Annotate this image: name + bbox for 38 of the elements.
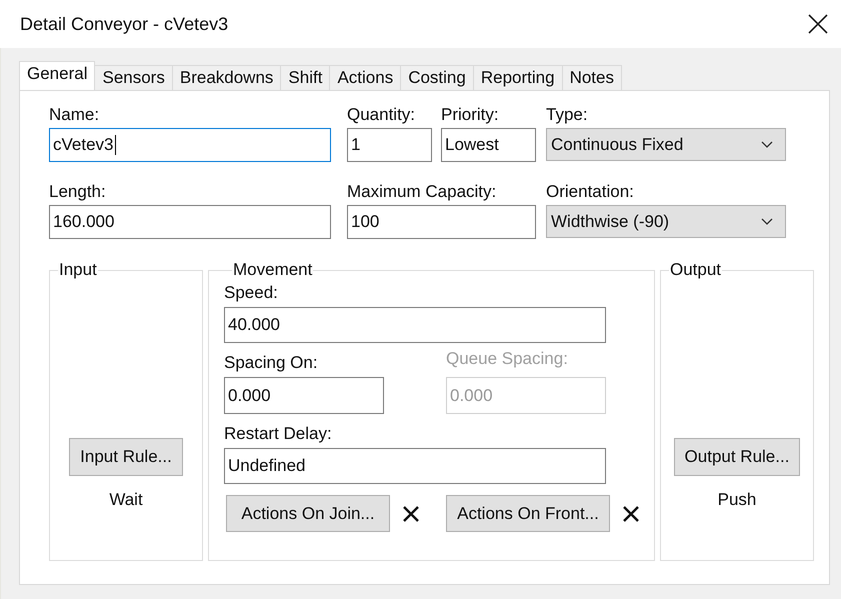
actions-button[interactable]: Actions On Front... — [446, 495, 610, 532]
field-label: Quantity: — [347, 105, 416, 125]
input-field[interactable]: 160.000 — [49, 205, 331, 239]
group-label: Input — [58, 261, 98, 279]
actions-button[interactable]: Actions On Join... — [226, 495, 390, 532]
tab[interactable]: General — [19, 61, 96, 90]
rule-value: Wait — [109, 490, 143, 510]
dropdown[interactable]: Widthwise (-90) — [546, 205, 786, 238]
field-label: Name: — [49, 105, 100, 125]
field-label: Queue Spacing: — [446, 349, 569, 369]
field-label: Speed: — [224, 283, 279, 303]
field-label: Priority: — [441, 105, 500, 125]
input-field[interactable]: Lowest — [441, 128, 536, 162]
input-field[interactable]: 1 — [347, 128, 432, 162]
field-label: Maximum Capacity: — [347, 182, 498, 202]
caret-icon — [761, 218, 773, 225]
input-field[interactable]: cVetev3 — [49, 128, 331, 162]
caret-icon — [761, 141, 773, 148]
close-icon[interactable] — [808, 14, 828, 34]
input-rule-button[interactable]: Input Rule... — [69, 438, 183, 476]
field-label: Orientation: — [546, 182, 635, 202]
field-label: Restart Delay: — [224, 424, 333, 444]
group-label: Output — [669, 261, 722, 279]
window-title: Detail Conveyor - cVetev3 — [20, 14, 228, 34]
input-field[interactable]: 100 — [347, 205, 536, 239]
tab[interactable]: Notes — [562, 65, 622, 90]
group-label: Movement — [232, 261, 314, 279]
input-field[interactable]: Undefined — [224, 448, 606, 484]
output-rule-button[interactable]: Output Rule... — [674, 438, 800, 476]
clear-icon[interactable] — [402, 504, 420, 522]
input-field[interactable]: 40.000 — [224, 307, 606, 343]
rule-value: Push — [718, 490, 756, 510]
input-field[interactable]: 0.000 — [224, 377, 384, 414]
field-label: Type: — [546, 105, 589, 125]
dropdown[interactable]: Continuous Fixed — [546, 128, 786, 161]
field-label: Spacing On: — [224, 353, 319, 373]
field-label: Length: — [49, 182, 107, 202]
clear-icon[interactable] — [622, 504, 640, 522]
